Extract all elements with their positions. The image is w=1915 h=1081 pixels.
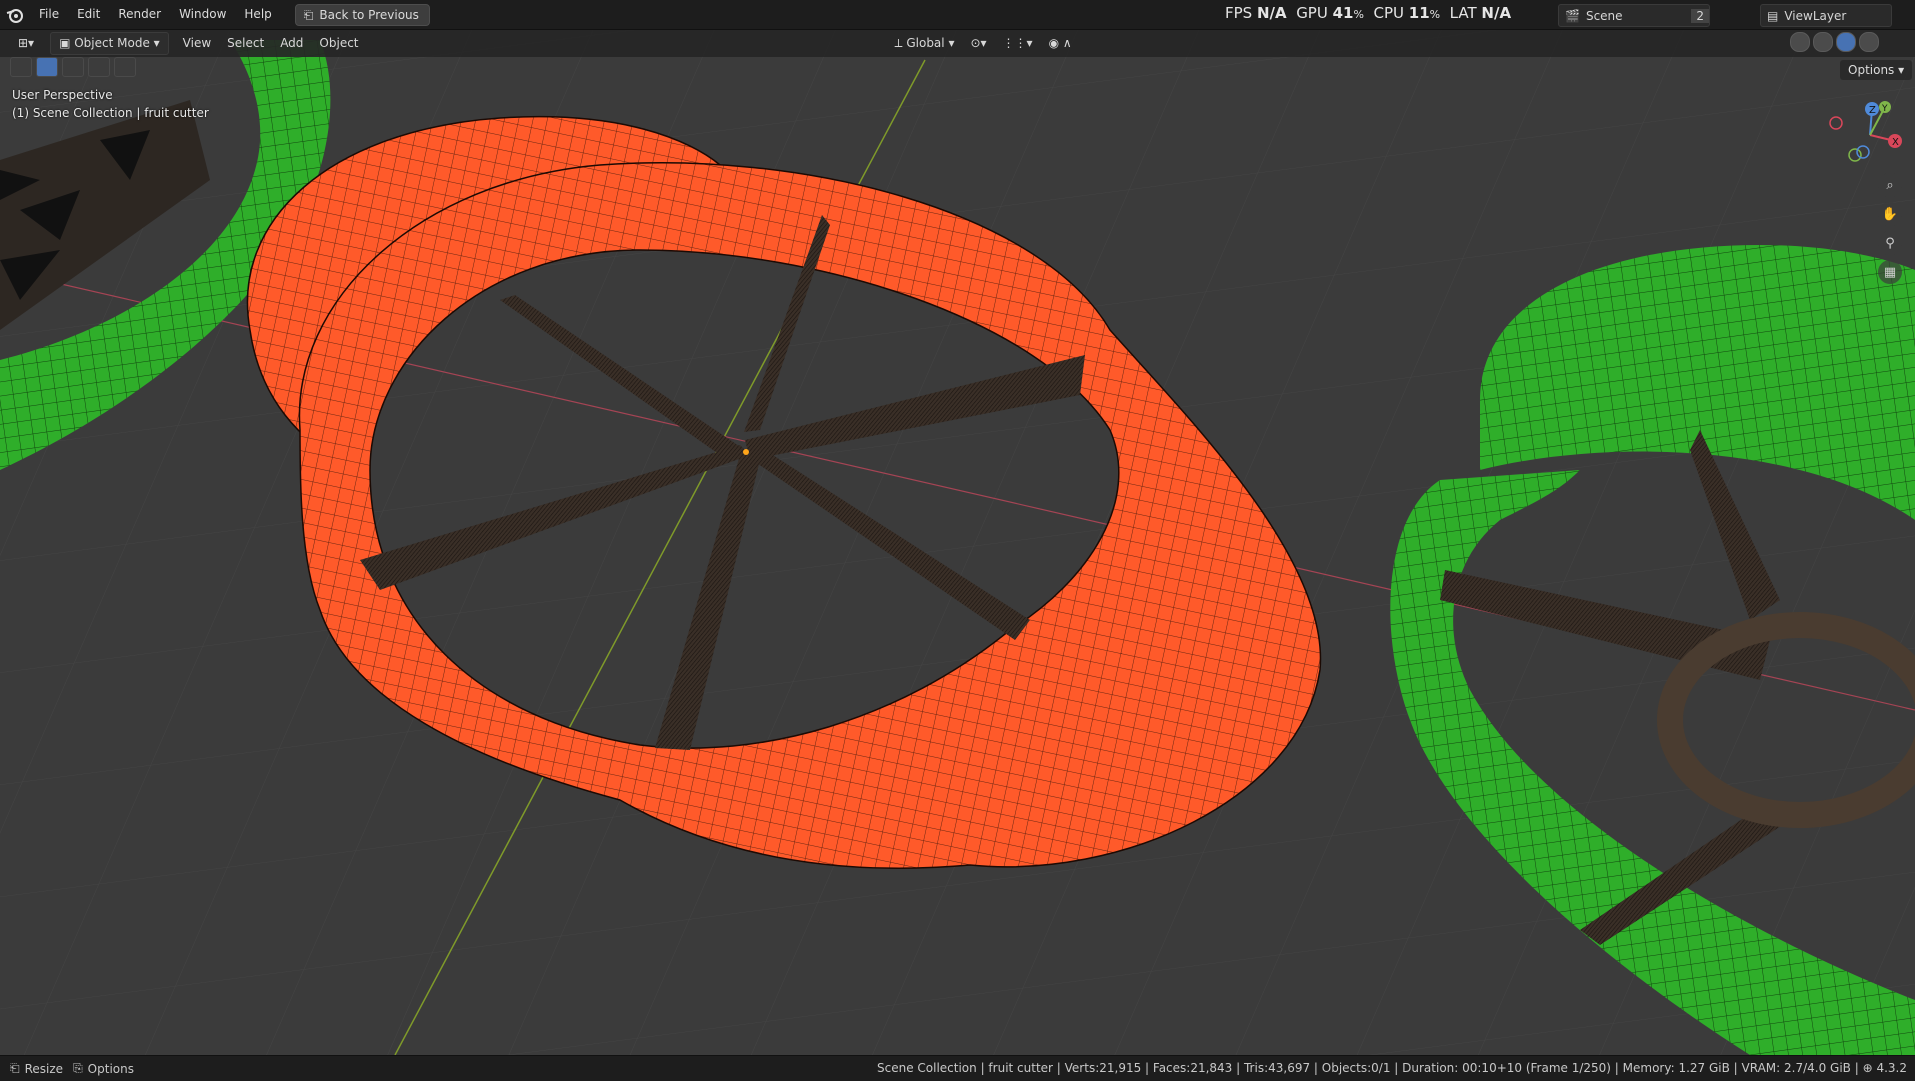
scene-statistics: Scene Collection | fruit cutter | Verts:… xyxy=(877,1061,1859,1075)
status-options: Options xyxy=(87,1061,134,1076)
zoom-icon[interactable]: ⌕ xyxy=(1878,173,1902,197)
shading-modes xyxy=(1790,32,1879,52)
cpu-percent: % xyxy=(1429,8,1441,21)
scene-icon: 🎬 xyxy=(1565,8,1580,23)
menu-window[interactable]: Window xyxy=(170,0,235,29)
rendered-shading-icon[interactable] xyxy=(1859,32,1879,52)
viewport-options-button[interactable]: Options ▾ xyxy=(1840,60,1913,80)
menu-add[interactable]: Add xyxy=(272,33,311,54)
solid-shading-icon[interactable] xyxy=(1813,32,1833,52)
object-origin xyxy=(743,449,749,455)
status-resize: Resize xyxy=(24,1061,64,1076)
gpu-label: GPU xyxy=(1296,4,1328,22)
perspective-toggle-icon[interactable]: ▦ xyxy=(1878,260,1902,284)
pan-hand-icon[interactable]: ✋ xyxy=(1878,202,1902,226)
blender-logo-icon[interactable] xyxy=(0,0,30,29)
cpu-label: CPU xyxy=(1373,4,1405,22)
back-to-previous-button[interactable]: ⎗ Back to Previous xyxy=(294,3,430,26)
menu-view[interactable]: View xyxy=(175,33,219,54)
network-icon: ⊕ xyxy=(1862,1061,1877,1075)
performance-stats: FPS N/A GPU 41% CPU 11% LAT N/A xyxy=(1225,4,1511,22)
gizmo-x-label: X xyxy=(1892,137,1899,148)
editor-type-icon[interactable]: ⊞▾ xyxy=(10,33,42,54)
menu-file[interactable]: File xyxy=(30,0,68,29)
blender-version: 4.3.2 xyxy=(1876,1061,1907,1075)
viewlayer-selector[interactable]: ▤ ViewLayer xyxy=(1760,4,1892,27)
mode-label: Object Mode xyxy=(74,36,150,50)
mode-icon: ▣ xyxy=(59,36,75,50)
gpu-percent: % xyxy=(1353,8,1364,21)
viewlayer-name: ViewLayer xyxy=(1784,8,1847,23)
viewport-header: ⊞▾ ▣ Object Mode ▾ View Select Add Objec… xyxy=(0,30,1915,57)
viewport-collection-label: (1) Scene Collection | fruit cutter xyxy=(12,106,209,120)
select-box-subtract-icon[interactable] xyxy=(88,57,110,77)
viewport-3d[interactable] xyxy=(0,0,1915,1080)
back-to-previous-label: Back to Previous xyxy=(319,7,419,22)
fps-value: N/A xyxy=(1256,4,1287,22)
orientation-icon: ⟂ xyxy=(894,36,907,50)
lat-label: LAT xyxy=(1449,4,1477,22)
proportional-edit-icon[interactable]: ◉ ∧ xyxy=(1041,33,1080,54)
wireframe-shading-icon[interactable] xyxy=(1790,32,1810,52)
menu-object[interactable]: Object xyxy=(311,33,366,54)
lat-value: N/A xyxy=(1481,4,1512,22)
mouse-left-icon: ⎗ xyxy=(10,1061,20,1075)
options-label: Options xyxy=(1848,63,1895,77)
menu-edit[interactable]: Edit xyxy=(68,0,109,29)
scene-selector[interactable]: 🎬 Scene 2 xyxy=(1558,4,1710,27)
back-icon: ⎗ xyxy=(303,7,314,22)
select-box-new-icon[interactable] xyxy=(36,57,58,77)
viewlayer-icon: ▤ xyxy=(1767,8,1779,23)
scene-user-count: 2 xyxy=(1691,8,1709,23)
menu-select[interactable]: Select xyxy=(219,33,272,54)
fps-label: FPS xyxy=(1225,4,1253,22)
pivot-icon[interactable]: ⊙▾ xyxy=(962,33,994,54)
select-box-invert-icon[interactable] xyxy=(114,57,136,77)
select-tool-icon[interactable] xyxy=(10,57,32,77)
cpu-value: 11 xyxy=(1408,4,1430,22)
scene-name: Scene xyxy=(1585,8,1623,23)
orientation-label: Global xyxy=(906,36,945,50)
gizmo-y-label: Y xyxy=(1881,104,1888,114)
status-bar: ⎗ Resize ⎘ Options Scene Collection | fr… xyxy=(0,1055,1915,1081)
viewport-perspective-label: User Perspective xyxy=(12,88,113,102)
status-info: Scene Collection | fruit cutter | Verts:… xyxy=(877,1056,1907,1081)
camera-view-icon[interactable]: ⚲ xyxy=(1878,231,1902,255)
material-shading-icon[interactable] xyxy=(1836,32,1856,52)
mode-dropdown[interactable]: ▣ Object Mode ▾ xyxy=(50,32,169,55)
gizmo-z-label: Z xyxy=(1869,105,1876,116)
gizmo-neg-x xyxy=(1829,116,1843,130)
gpu-value: 41 xyxy=(1332,4,1354,22)
selection-tool-row xyxy=(10,57,136,77)
gizmo-neg-y xyxy=(1848,148,1862,162)
gizmo-neg-z xyxy=(1856,145,1870,159)
menu-help[interactable]: Help xyxy=(235,0,280,29)
navigation-gizmo[interactable]: Z Y X xyxy=(1820,95,1910,170)
menu-render[interactable]: Render xyxy=(109,0,170,29)
mouse-right-icon: ⎘ xyxy=(73,1061,83,1075)
transform-orientation-dropdown[interactable]: ⟂ Global ▾ xyxy=(887,33,963,54)
snap-icon[interactable]: ⋮⋮▾ xyxy=(995,33,1041,54)
select-box-extend-icon[interactable] xyxy=(62,57,84,77)
main-menu: File Edit Render Window Help xyxy=(30,0,281,29)
